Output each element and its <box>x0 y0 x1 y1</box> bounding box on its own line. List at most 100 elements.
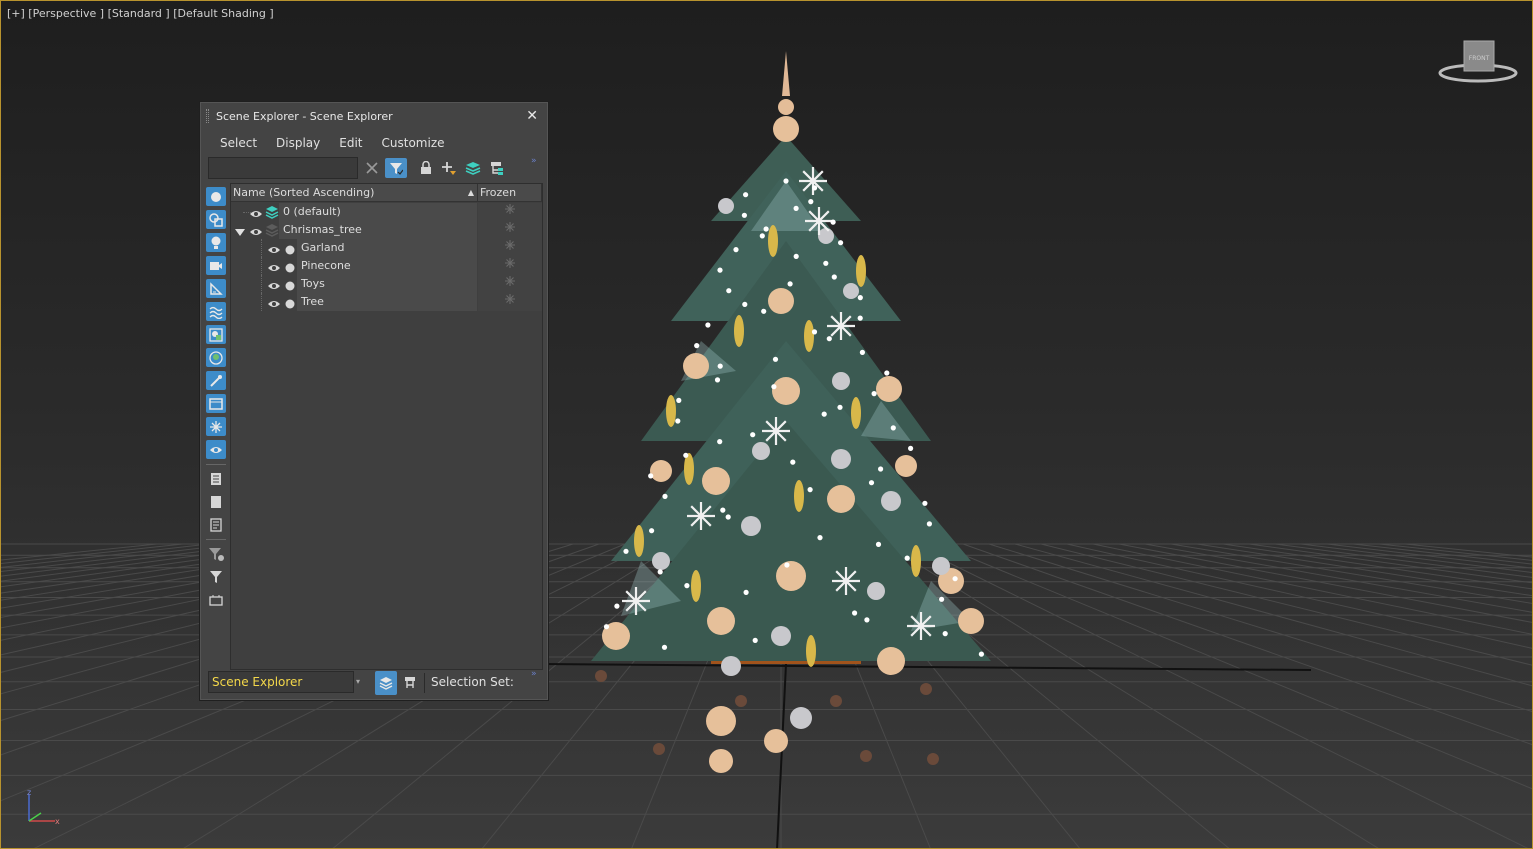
garland-light <box>694 343 700 349</box>
column-header-name[interactable]: Name (Sorted Ascending) ▲ <box>231 184 478 202</box>
garland-light <box>752 637 758 644</box>
cameras-filter-icon[interactable] <box>206 256 226 275</box>
panel-titlebar[interactable]: Scene Explorer - Scene Explorer <box>200 102 548 130</box>
frozen-snowflake-icon <box>504 275 516 293</box>
groups-filter-icon[interactable] <box>206 325 226 344</box>
frozen-toggle[interactable] <box>478 257 542 275</box>
scene-explorer-panel[interactable]: Scene Explorer - Scene Explorer ✕ Select… <box>199 101 549 701</box>
visibility-eye-icon[interactable] <box>267 297 281 315</box>
containers-filter-icon[interactable] <box>206 394 226 413</box>
spacewarps-filter-icon[interactable] <box>206 302 226 321</box>
panel-menubar: Select Display Edit Customize <box>200 132 548 154</box>
garland-light <box>864 617 870 623</box>
ornament-ball <box>650 460 672 482</box>
garland-light <box>657 569 663 575</box>
frozen-snowflake-icon <box>504 221 516 239</box>
panel-toolbar: » <box>208 156 542 182</box>
filter-settings-icon[interactable] <box>206 544 226 563</box>
tree-row[interactable]: Pinecone <box>231 257 542 275</box>
ornament-ball <box>818 228 834 244</box>
bottom-overflow-icon[interactable]: » <box>531 669 537 679</box>
display-all-icon[interactable] <box>206 469 226 488</box>
ornament-ball <box>876 376 902 402</box>
tree-row[interactable]: 0 (default) <box>231 203 542 221</box>
search-input[interactable] <box>208 157 358 179</box>
garland-light <box>908 445 914 451</box>
ornament-ball <box>718 198 734 214</box>
menu-display[interactable]: Display <box>276 136 320 150</box>
garland-light <box>717 363 723 369</box>
garland-light <box>783 178 789 184</box>
ornament-ball <box>790 707 812 729</box>
garland-light <box>763 226 769 232</box>
garland-light <box>922 500 928 506</box>
garland-light <box>878 466 884 472</box>
tree-row[interactable]: Chrismas_tree <box>231 221 542 239</box>
gold-drop-ornament <box>804 320 814 352</box>
garland-light <box>978 651 984 657</box>
tree-guide-line <box>261 239 262 257</box>
frozen-snowflake-icon <box>504 293 516 311</box>
garland-light <box>857 315 863 321</box>
layers-stack-icon[interactable] <box>463 158 483 178</box>
frozen-toggle[interactable] <box>478 293 542 311</box>
ornament-ball <box>764 729 788 753</box>
selection-set-label: Selection Set: <box>431 675 514 689</box>
toolbar-overflow-icon[interactable]: » <box>531 156 537 166</box>
garland-light <box>623 548 629 554</box>
chevron-down-icon[interactable]: ▾ <box>356 677 360 686</box>
lock-icon[interactable] <box>416 158 436 178</box>
display-none-icon[interactable] <box>206 492 226 511</box>
ornament-ball <box>706 706 736 736</box>
garland-light <box>871 391 877 397</box>
hidden-filter-icon[interactable] <box>206 440 226 459</box>
garland-light <box>662 493 668 499</box>
tree-topper <box>782 51 790 96</box>
ornament-ball <box>752 442 770 460</box>
tree-row[interactable]: Toys <box>231 275 542 293</box>
menu-customize[interactable]: Customize <box>382 136 445 150</box>
helpers-filter-icon[interactable] <box>206 279 226 298</box>
close-icon[interactable]: ✕ <box>526 108 538 124</box>
tree-row[interactable]: Tree <box>231 293 542 311</box>
row-label: Tree <box>301 295 324 308</box>
sort-by-layer-icon[interactable] <box>375 671 397 695</box>
frozen-toggle[interactable] <box>478 239 542 257</box>
garland-light <box>793 205 799 211</box>
clear-search-icon[interactable] <box>362 158 382 178</box>
filter-icon[interactable] <box>206 567 226 586</box>
sort-by-hierarchy-icon[interactable] <box>400 673 420 693</box>
viewcube-icon[interactable]: FRONT <box>1436 39 1521 87</box>
frozen-toggle[interactable] <box>478 275 542 293</box>
gold-drop-ornament <box>856 255 866 287</box>
explorer-dropdown[interactable]: Scene Explorer <box>208 671 354 693</box>
ornament-ball <box>832 372 850 390</box>
menu-select[interactable]: Select <box>220 136 257 150</box>
add-to-layer-icon[interactable] <box>439 158 459 178</box>
frozen-toggle[interactable] <box>478 203 542 221</box>
shapes-filter-icon[interactable] <box>206 210 226 229</box>
ornament-ball <box>843 283 859 299</box>
invert-display-icon[interactable] <box>206 515 226 534</box>
xrefs-filter-icon[interactable] <box>206 348 226 367</box>
tree-row[interactable]: Garland <box>231 239 542 257</box>
geometry-object-icon <box>285 297 295 315</box>
menu-edit[interactable]: Edit <box>339 136 362 150</box>
row-label: Chrismas_tree <box>283 223 362 236</box>
frozen-filter-icon[interactable] <box>206 417 226 436</box>
viewport-label[interactable]: [+] [Perspective ] [Standard ] [Default … <box>7 7 274 20</box>
hierarchy-icon[interactable] <box>487 158 507 178</box>
garland-light <box>826 336 832 342</box>
select-children-icon[interactable] <box>206 590 226 609</box>
garland-light <box>684 583 690 589</box>
geometry-filter-icon[interactable] <box>206 187 226 206</box>
garland-light <box>942 631 948 637</box>
column-header-frozen[interactable]: Frozen <box>478 184 542 202</box>
gold-drop-ornament <box>666 395 676 427</box>
frozen-toggle[interactable] <box>478 221 542 239</box>
bones-filter-icon[interactable] <box>206 371 226 390</box>
lights-filter-icon[interactable] <box>206 233 226 252</box>
scene-tree-list[interactable]: Name (Sorted Ascending) ▲ Frozen 0 (defa… <box>230 183 543 670</box>
filter-toggle-icon[interactable] <box>385 158 407 178</box>
garland-light <box>875 541 882 547</box>
